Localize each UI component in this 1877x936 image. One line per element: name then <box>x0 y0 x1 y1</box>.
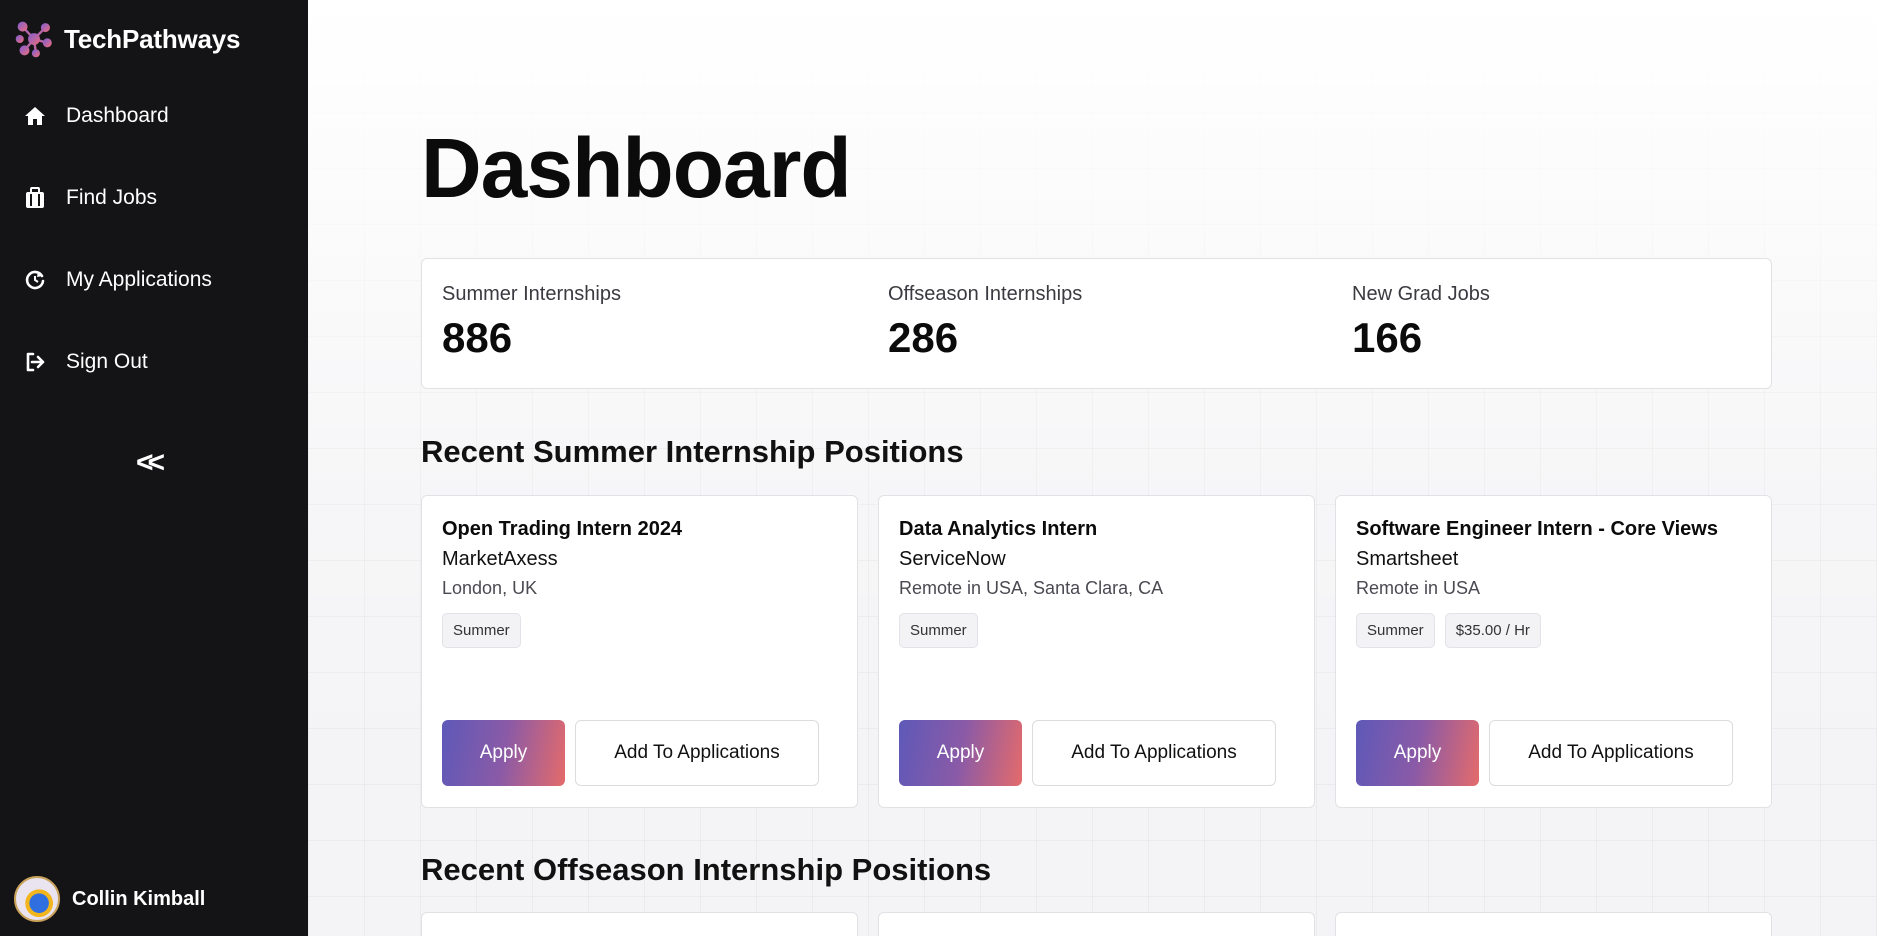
job-tag: Summer <box>442 613 521 648</box>
sidebar-item-label: Find Jobs <box>66 186 158 209</box>
page-title: Dashboard <box>421 121 852 215</box>
collapse-sidebar-button[interactable]: << <box>136 446 165 480</box>
job-card: Open Trading Intern 2024 MarketAxess Lon… <box>421 495 858 808</box>
job-title: Open Trading Intern 2024 <box>442 518 683 540</box>
job-card: Software Engineer Intern - Core Views Sm… <box>1335 495 1772 808</box>
job-tags: Summer <box>899 613 978 648</box>
add-to-applications-button[interactable]: Add To Applications <box>1032 720 1276 786</box>
job-card <box>878 912 1315 936</box>
user-profile[interactable]: Collin Kimball <box>14 876 205 922</box>
apply-button[interactable]: Apply <box>1356 720 1479 786</box>
job-tag: Summer <box>1356 613 1435 648</box>
sidebar-item-my-applications[interactable]: My Applications <box>22 260 212 300</box>
job-tags: Summer <box>442 613 521 648</box>
user-name: Collin Kimball <box>72 887 206 910</box>
sidebar-item-dashboard[interactable]: Dashboard <box>22 96 169 136</box>
job-location: London, UK <box>442 578 538 598</box>
sidebar-item-label: My Applications <box>66 268 212 291</box>
job-company: MarketAxess <box>442 548 558 570</box>
job-card: Data Analytics Intern ServiceNow Remote … <box>878 495 1315 808</box>
stat-label: Offseason Internships <box>888 283 1083 305</box>
brand[interactable]: TechPathways <box>14 20 241 58</box>
job-card <box>421 912 858 936</box>
job-card <box>1335 912 1772 936</box>
sidebar-item-label: Sign Out <box>66 350 148 373</box>
add-to-applications-button[interactable]: Add To Applications <box>575 720 819 786</box>
offseason-section-title: Recent Offseason Internship Positions <box>421 852 992 887</box>
refresh-icon <box>22 267 48 293</box>
job-tags: Summer $35.00 / Hr <box>1356 613 1541 648</box>
stat-value: 886 <box>442 314 513 361</box>
job-location: Remote in USA <box>1356 578 1481 598</box>
job-tag: Summer <box>899 613 978 648</box>
apply-button[interactable]: Apply <box>442 720 565 786</box>
sign-out-icon <box>22 349 48 375</box>
main-content: Dashboard Summer Internships 886 Offseas… <box>308 0 1877 936</box>
apply-button[interactable]: Apply <box>899 720 1022 786</box>
sidebar-item-sign-out[interactable]: Sign Out <box>22 342 148 382</box>
job-company: ServiceNow <box>899 548 1006 570</box>
job-company: Smartsheet <box>1356 548 1459 570</box>
add-to-applications-button[interactable]: Add To Applications <box>1489 720 1733 786</box>
stat-summer-internships: Summer Internships 886 <box>442 283 621 362</box>
stat-value: 166 <box>1352 314 1423 361</box>
stats-panel: Summer Internships 886 Offseason Interns… <box>421 258 1772 389</box>
job-title: Software Engineer Intern - Core Views <box>1356 518 1718 540</box>
brand-name: TechPathways <box>64 23 241 54</box>
job-title: Data Analytics Intern <box>899 518 1098 540</box>
stat-label: New Grad Jobs <box>1352 283 1490 305</box>
sidebar-item-label: Dashboard <box>66 104 169 127</box>
sidebar: TechPathways Dashboard Find Jobs My Appl… <box>0 0 308 936</box>
stat-label: Summer Internships <box>442 283 621 305</box>
stat-offseason-internships: Offseason Internships 286 <box>888 283 1082 362</box>
sidebar-item-find-jobs[interactable]: Find Jobs <box>22 178 157 218</box>
job-location: Remote in USA, Santa Clara, CA <box>899 578 1164 598</box>
avatar <box>14 876 60 922</box>
home-icon <box>22 103 48 129</box>
job-pay-tag: $35.00 / Hr <box>1444 613 1541 648</box>
stat-new-grad-jobs: New Grad Jobs 166 <box>1352 283 1490 362</box>
summer-section-title: Recent Summer Internship Positions <box>421 434 964 469</box>
molecule-logo-icon <box>15 21 52 58</box>
stat-value: 286 <box>888 314 959 361</box>
briefcase-icon <box>22 185 48 211</box>
